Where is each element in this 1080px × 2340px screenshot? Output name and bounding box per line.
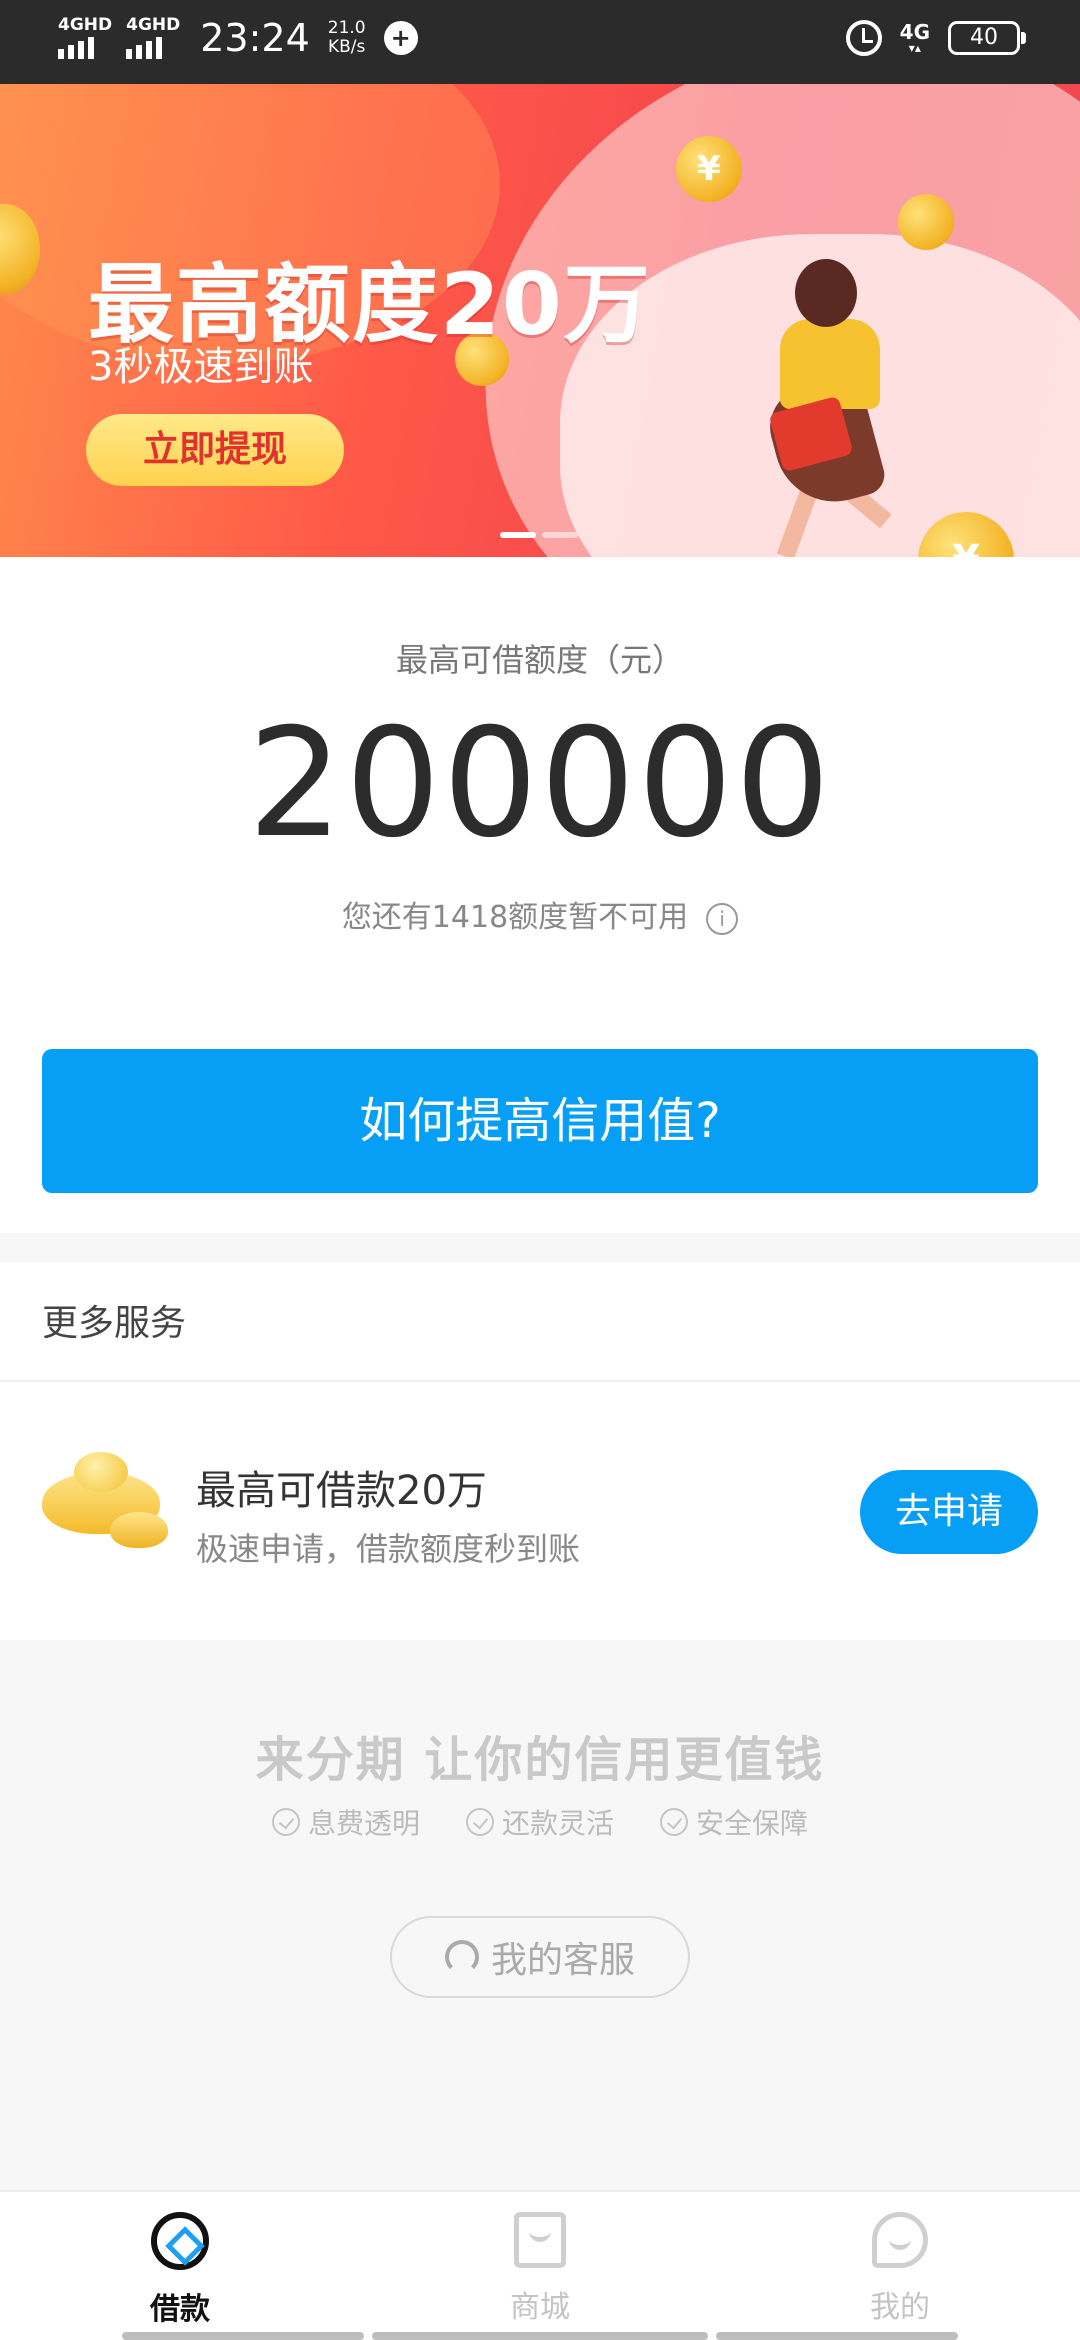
- customer-service-button[interactable]: 我的客服: [390, 1916, 690, 1998]
- feature-item: 还款灵活: [465, 1802, 614, 1842]
- info-icon[interactable]: i: [706, 902, 739, 935]
- status-bar: 4GHD 4GHD 23:24 21.0 KB/s + 4G ▾▴ 40: [0, 0, 1080, 84]
- feature-list: 息费透明 还款灵活 安全保障: [0, 1802, 1080, 1842]
- alarm-icon: [845, 20, 882, 56]
- check-circle-icon: [271, 1808, 300, 1836]
- apply-button[interactable]: 去申请: [860, 1470, 1038, 1554]
- mall-icon: [514, 2212, 566, 2268]
- network-speed: 21.0 KB/s: [327, 18, 366, 57]
- nav-item-mall[interactable]: 商城: [360, 2192, 720, 2340]
- credit-panel: 最高可借额度（元） 200000 您还有1418额度暂不可用 i 如何提高信用值?: [0, 557, 1080, 1233]
- gold-ingot-icon: [42, 1452, 170, 1552]
- signal-indicator-1: 4GHD: [58, 17, 112, 59]
- improve-credit-button[interactable]: 如何提高信用值?: [42, 1049, 1038, 1193]
- carousel-indicator: [500, 532, 578, 538]
- feature-item: 息费透明: [271, 1802, 420, 1842]
- gamepad-icon: +: [383, 21, 418, 55]
- borrow-icon: [151, 2212, 209, 2270]
- illustration-figure: [780, 319, 880, 409]
- status-left: 4GHD 4GHD 23:24 21.0 KB/s +: [58, 16, 418, 60]
- service-subtitle: 极速申请，借款额度秒到账: [196, 1530, 581, 1568]
- signal-bars-icon: [58, 37, 94, 59]
- headset-icon: [444, 1940, 479, 1974]
- illustration-figure: [795, 259, 857, 327]
- battery-icon: 40: [948, 21, 1026, 55]
- nav-indicator: [372, 2332, 708, 2340]
- nav-indicator: [716, 2332, 958, 2340]
- carousel-dot: [542, 532, 578, 538]
- coin-icon: [898, 194, 954, 250]
- nav-indicator: [122, 2332, 364, 2340]
- check-circle-icon: [465, 1808, 494, 1836]
- feature-item: 安全保障: [660, 1802, 808, 1842]
- divider: [0, 1380, 1080, 1382]
- signal-bars-icon: [126, 37, 163, 59]
- slogan: 来分期 让你的信用更值钱: [255, 1732, 825, 1788]
- unavailable-credit-note: 您还有1418额度暂不可用 i: [0, 892, 1080, 936]
- check-circle-icon: [660, 1808, 688, 1836]
- bottom-nav: 借款 商城 我的: [0, 2190, 1080, 2340]
- withdraw-now-button[interactable]: 立即提现: [86, 414, 344, 486]
- nav-item-borrow[interactable]: 借款: [0, 2192, 360, 2340]
- nav-item-profile[interactable]: 我的: [720, 2192, 1080, 2340]
- section-title: 更多服务: [42, 1303, 187, 1344]
- profile-icon: [872, 2212, 928, 2268]
- credit-limit-amount: 200000: [247, 697, 833, 871]
- more-services-section: 更多服务 最高可借款20万 极速申请，借款额度秒到账 去申请: [0, 1262, 1080, 1640]
- network-type: 4G ▾▴: [899, 20, 930, 55]
- clock: 23:24: [200, 16, 310, 60]
- status-right: 4G ▾▴ 40: [845, 20, 1026, 56]
- carousel-dot-active: [500, 532, 536, 538]
- banner-subtitle: 3秒极速到账: [88, 344, 314, 390]
- service-title: 最高可借款20万: [196, 1468, 487, 1514]
- promo-banner[interactable]: ¥ ¥ 最高额度20万 3秒极速到账 立即提现: [0, 84, 1080, 557]
- coin-icon: ¥: [676, 136, 742, 202]
- credit-limit-label: 最高可借额度（元）: [395, 641, 684, 679]
- signal-indicator-2: 4GHD: [126, 17, 180, 59]
